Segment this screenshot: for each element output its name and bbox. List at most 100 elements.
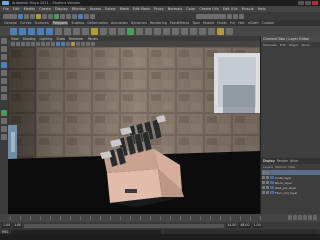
new-scene-icon[interactable] bbox=[18, 13, 23, 19]
append-polygon-icon[interactable] bbox=[145, 27, 152, 35]
insert-edge-loop-icon[interactable] bbox=[163, 27, 170, 35]
end-time-field[interactable]: 48.00 bbox=[239, 223, 251, 228]
display-type-toggle[interactable] bbox=[266, 186, 269, 189]
move-tool-icon[interactable] bbox=[1, 62, 7, 68]
use-all-lights-icon[interactable] bbox=[76, 42, 80, 46]
display-type-toggle[interactable] bbox=[266, 181, 269, 184]
shadows-icon[interactable] bbox=[81, 42, 85, 46]
separate-icon[interactable] bbox=[73, 27, 80, 35]
isolate-select-icon[interactable] bbox=[91, 42, 95, 46]
paint-select-tool-icon[interactable] bbox=[1, 54, 7, 60]
split-polygon-icon[interactable] bbox=[154, 27, 161, 35]
visibility-toggle[interactable] bbox=[262, 171, 265, 174]
render-icon[interactable] bbox=[78, 13, 83, 19]
layer-row[interactable]: Floor_pol_layer bbox=[262, 190, 320, 195]
select-component-icon[interactable] bbox=[48, 13, 53, 19]
shelf-tab-ncloth[interactable]: nCloth bbox=[248, 21, 259, 25]
display-type-toggle[interactable] bbox=[266, 171, 269, 174]
panel-menu-panels[interactable]: Panels bbox=[88, 37, 98, 41]
menu-normals[interactable]: Normals bbox=[168, 7, 183, 11]
rotate-tool-icon[interactable] bbox=[1, 70, 7, 76]
layer-menu-layers[interactable]: Layers bbox=[263, 165, 273, 169]
cylindrical-mapping-icon[interactable] bbox=[199, 27, 206, 35]
camera-attributes-icon[interactable] bbox=[11, 42, 15, 46]
layout-single-icon[interactable] bbox=[1, 110, 7, 116]
layout-outliner-icon[interactable] bbox=[1, 134, 7, 140]
channel-box-body[interactable] bbox=[262, 48, 319, 156]
panel-menu-lighting[interactable]: Lighting bbox=[40, 37, 53, 41]
time-ruler[interactable] bbox=[10, 216, 270, 220]
merge-icon[interactable] bbox=[181, 27, 188, 35]
menu-assets[interactable]: Assets bbox=[90, 7, 101, 11]
minimize-button[interactable] bbox=[298, 1, 304, 5]
history-icon[interactable] bbox=[72, 13, 77, 19]
layer-tab-render[interactable]: Render bbox=[277, 159, 288, 163]
planar-mapping-icon[interactable] bbox=[190, 27, 197, 35]
shelf-tab-fur[interactable]: Fur bbox=[230, 21, 235, 25]
boolean-difference-icon[interactable] bbox=[109, 27, 116, 35]
menu-create-uvs[interactable]: Create UVs bbox=[199, 7, 219, 11]
mirror-geometry-icon[interactable] bbox=[118, 27, 125, 35]
uv-editor-icon[interactable] bbox=[208, 27, 215, 35]
film-gate-icon[interactable] bbox=[31, 42, 35, 46]
channel-menu-channels[interactable]: Channels bbox=[263, 43, 277, 47]
select-tool-icon[interactable] bbox=[1, 38, 7, 44]
3d-scene[interactable] bbox=[8, 47, 260, 214]
shelf-tab-painteffects[interactable]: PaintEffects bbox=[170, 21, 189, 25]
visibility-toggle[interactable] bbox=[262, 181, 265, 184]
layout-persp-graph-icon[interactable] bbox=[1, 126, 7, 132]
menu-window[interactable]: Window bbox=[72, 7, 86, 11]
grid-toggle-icon[interactable] bbox=[26, 42, 30, 46]
menu-edit[interactable]: Edit bbox=[13, 7, 20, 11]
menu-create[interactable]: Create bbox=[39, 7, 51, 11]
layer-menu-options[interactable]: Options bbox=[275, 165, 287, 169]
visibility-toggle[interactable] bbox=[262, 191, 265, 194]
menu-help[interactable]: Help bbox=[258, 7, 266, 11]
panel-menu-show[interactable]: Show bbox=[56, 37, 65, 41]
manipulator-tool-icon[interactable] bbox=[1, 86, 7, 92]
open-scene-icon[interactable] bbox=[24, 13, 29, 19]
channel-menu-object[interactable]: Object bbox=[289, 43, 299, 47]
layer-tab-display[interactable]: Display bbox=[263, 159, 275, 163]
select-hierarchy-icon[interactable] bbox=[36, 13, 41, 19]
lasso-tool-icon[interactable] bbox=[1, 46, 7, 52]
shelf-tab-general[interactable]: General bbox=[4, 21, 17, 25]
layout-four-icon[interactable] bbox=[1, 118, 7, 124]
ipr-render-icon[interactable] bbox=[84, 13, 89, 19]
snap-curve-icon[interactable] bbox=[60, 13, 65, 19]
harden-edge-icon[interactable] bbox=[226, 27, 233, 35]
range-end-field[interactable]: 24.00 bbox=[226, 223, 238, 228]
visibility-toggle[interactable] bbox=[262, 176, 265, 179]
poly-cylinder-icon[interactable] bbox=[28, 27, 35, 35]
shelf-tab-subdivs[interactable]: Subdivs bbox=[71, 21, 84, 25]
toggle-panels-icon[interactable] bbox=[227, 13, 232, 19]
combine-icon[interactable] bbox=[64, 27, 71, 35]
range-start-field[interactable]: 1.00 bbox=[13, 223, 23, 228]
image-plane-icon[interactable] bbox=[21, 42, 25, 46]
visibility-toggle[interactable] bbox=[262, 186, 265, 189]
extract-icon[interactable] bbox=[82, 27, 89, 35]
menu-edit-mesh[interactable]: Edit Mesh bbox=[133, 7, 150, 11]
menu-edit-uvs[interactable]: Edit UVs bbox=[223, 7, 238, 11]
input-field-icon[interactable] bbox=[196, 13, 226, 19]
panel-menu-renderer[interactable]: Renderer bbox=[69, 37, 84, 41]
command-language-label[interactable]: MEL bbox=[2, 230, 9, 234]
snap-point-icon[interactable] bbox=[66, 13, 71, 19]
panel-menu-view[interactable]: View bbox=[11, 37, 19, 41]
shelf-tab-muscle[interactable]: Muscle bbox=[203, 21, 214, 25]
menu-color[interactable]: Color bbox=[186, 7, 195, 11]
command-input[interactable] bbox=[10, 229, 161, 234]
gate-mask-icon[interactable] bbox=[41, 42, 45, 46]
shelf-tab-surfaces[interactable]: Surfaces bbox=[34, 21, 48, 25]
play-forwards-icon[interactable] bbox=[303, 215, 307, 220]
poly-torus-icon[interactable] bbox=[55, 27, 62, 35]
smooth-icon[interactable] bbox=[91, 27, 98, 35]
snap-grid-icon[interactable] bbox=[54, 13, 59, 19]
display-type-toggle[interactable] bbox=[266, 176, 269, 179]
select-object-icon[interactable] bbox=[42, 13, 47, 19]
shelf-tab-custom[interactable]: Custom bbox=[262, 21, 275, 25]
go-to-start-icon[interactable] bbox=[288, 215, 292, 220]
menu-proxy[interactable]: Proxy bbox=[154, 7, 164, 11]
render-settings-icon[interactable] bbox=[90, 13, 95, 19]
shelf-tab-dynamics[interactable]: Dynamics bbox=[131, 21, 147, 25]
